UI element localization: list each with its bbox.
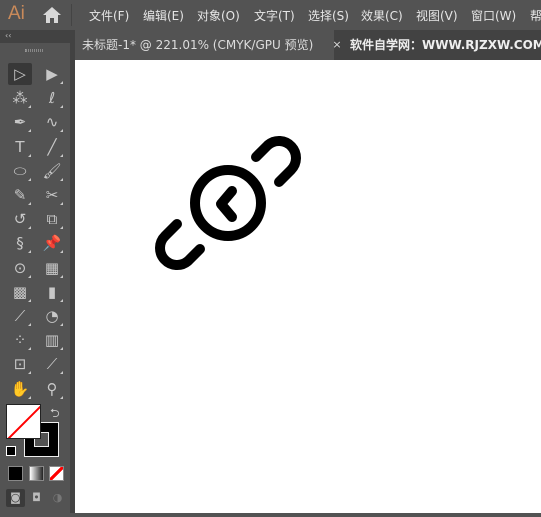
menu-edit[interactable]: 编辑(E) <box>143 7 184 24</box>
menu-object[interactable]: 对象(O) <box>197 7 240 24</box>
menu-select[interactable]: 选择(S) <box>308 7 349 24</box>
shaper-tool-icon[interactable]: ✎ <box>8 184 32 206</box>
lower-link-hook <box>155 219 205 270</box>
zoom-tool-icon[interactable]: ⚲ <box>40 378 64 400</box>
menu-view[interactable]: 视图(V) <box>416 7 458 24</box>
eyedropper-tool-icon[interactable]: ⟋ <box>8 305 32 327</box>
artboard-canvas[interactable] <box>75 60 541 513</box>
mesh-tool-icon[interactable]: ▩ <box>8 281 32 303</box>
gradient-mode-button[interactable] <box>29 466 44 481</box>
line-segment-tool-icon[interactable]: ╱ <box>40 136 64 158</box>
scale-tool-icon[interactable]: ⧉ <box>40 208 64 230</box>
draw-inside-icon[interactable]: ◑ <box>48 489 67 507</box>
slice-tool-icon[interactable]: ⟋ <box>40 353 64 375</box>
symbol-sprayer-tool-icon[interactable]: ⁘ <box>8 329 32 351</box>
divider <box>71 4 72 26</box>
color-mode-button[interactable] <box>8 466 23 481</box>
tab-document[interactable]: 未标题-1* @ 221.01% (CMYK/GPU 预览) <box>72 30 334 60</box>
tab-watermark[interactable]: 软件自学网：WWW.RJZXW.COM <box>346 30 541 60</box>
direct-selection-tool-icon[interactable]: ▶ <box>40 63 64 85</box>
menu-help[interactable]: 帮 <box>530 7 541 24</box>
upper-link-hook <box>251 136 301 187</box>
type-tool-icon[interactable]: T <box>8 136 32 158</box>
magic-wand-tool-icon[interactable]: ⁂ <box>8 87 32 109</box>
rotate-tool-icon[interactable]: ↺ <box>8 208 32 230</box>
home-icon[interactable] <box>42 5 62 25</box>
shape-builder-tool-icon[interactable]: ⊙ <box>8 257 32 279</box>
warp-tool-icon[interactable]: § <box>8 232 32 254</box>
lasso-tool-icon[interactable]: ℓ <box>40 87 64 109</box>
perspective-grid-tool-icon[interactable]: ▦ <box>40 257 64 279</box>
menu-bar: Ai 文件(F) 编辑(E) 对象(O) 文字(T) 选择(S) 效果(C) 视… <box>0 0 541 30</box>
column-graph-tool-icon[interactable]: ▥ <box>40 329 64 351</box>
chevron-left <box>216 186 237 222</box>
pen-tool-icon[interactable]: ✒ <box>8 111 32 133</box>
draw-normal-icon[interactable]: ◙ <box>6 489 25 507</box>
artboard-tool-icon[interactable]: ⊡ <box>8 353 32 375</box>
scissors-tool-icon[interactable]: ✂ <box>40 184 64 206</box>
toolbar-grip[interactable] <box>0 43 70 60</box>
menu-effect[interactable]: 效果(C) <box>361 7 403 24</box>
draw-behind-icon[interactable]: ◘ <box>27 489 46 507</box>
curvature-tool-icon[interactable]: ∿ <box>40 111 64 133</box>
tab-close-icon[interactable]: × <box>328 30 346 60</box>
fill-swatch[interactable] <box>6 404 41 439</box>
hand-tool-icon[interactable]: ✋ <box>8 378 32 400</box>
gradient-tool-icon[interactable]: ▮ <box>40 281 64 303</box>
menu-file[interactable]: 文件(F) <box>89 7 129 24</box>
ellipse-tool-icon[interactable]: ⬭ <box>8 160 32 182</box>
panel-collapse-button[interactable]: ‹‹ <box>0 30 70 43</box>
puppet-warp-tool-icon[interactable]: 📌 <box>40 232 64 254</box>
artwork[interactable] <box>75 60 541 513</box>
menu-type[interactable]: 文字(T) <box>254 7 295 24</box>
none-mode-button[interactable] <box>49 466 64 481</box>
swap-fill-stroke-icon[interactable]: ⮌ <box>50 404 60 425</box>
menu-window[interactable]: 窗口(W) <box>471 7 516 24</box>
app-logo: Ai <box>8 3 25 24</box>
blend-tool-icon[interactable]: ◔ <box>40 305 64 327</box>
default-colors-icon[interactable] <box>6 446 16 456</box>
selection-tool-icon[interactable]: ▷ <box>8 63 32 85</box>
paintbrush-tool-icon[interactable]: 🖌 <box>40 160 64 182</box>
